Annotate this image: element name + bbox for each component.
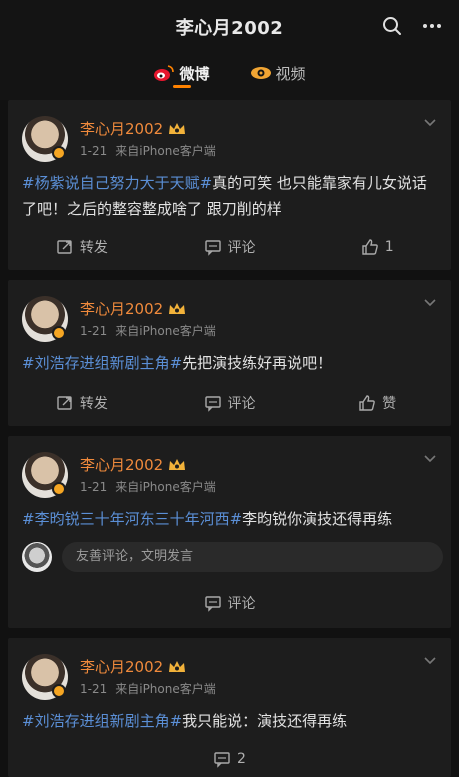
post-source: 来自iPhone客户端 <box>115 682 216 696</box>
hashtag-link[interactable]: #刘浩存进组新剧主角# <box>22 354 182 372</box>
username-row[interactable]: 李心月2002 <box>80 298 187 319</box>
post-text: #杨紫说自己努力大于天赋#真的可笑 也只能靠家有儿女说话了吧！之后的整容整成啥了… <box>22 170 437 222</box>
post-body: 先把演技练好再说吧！ <box>182 354 333 372</box>
comment-icon <box>214 752 230 768</box>
repost-button[interactable]: 转发 <box>8 232 156 262</box>
vip-crown-icon <box>169 660 186 672</box>
hashtag-link[interactable]: #刘浩存进组新剧主角# <box>22 712 182 730</box>
comment-count: 2 <box>237 751 246 767</box>
post-actions: 评论 <box>8 588 451 618</box>
comment-icon <box>204 596 221 612</box>
verified-badge-icon <box>52 146 66 160</box>
post-card[interactable]: 李心月2002 1-21 来自iPhone客户端 #刘浩存进组新剧主角#我只能说：… <box>8 638 451 777</box>
tab-weibo[interactable]: 微博 <box>153 58 210 88</box>
tab-weibo-label: 微博 <box>179 64 210 83</box>
post-actions: 转发 评论 赞 <box>8 388 451 418</box>
post-meta: 1-21 来自iPhone客户端 <box>80 478 224 495</box>
username[interactable]: 李心月2002 <box>80 118 163 139</box>
post-card[interactable]: 李心月2002 1-21 来自iPhone客户端 #刘浩存进组新剧主角#先把演技练… <box>8 280 451 426</box>
verified-badge-icon <box>52 482 66 496</box>
like-button[interactable]: 赞 <box>303 388 451 418</box>
username-row[interactable]: 李心月2002 <box>80 656 187 677</box>
content-tabs: 微博 视频 <box>0 58 459 88</box>
post-meta: 1-21 来自iPhone客户端 <box>80 142 224 159</box>
thumbs-up-icon <box>362 239 378 255</box>
post-card[interactable]: 李心月2002 1-21 来自iPhone客户端 #李昀锐三十年河东三十年河西#李… <box>8 436 451 628</box>
post-text: #刘浩存进组新剧主角#我只能说：演技还得再练 <box>22 708 437 734</box>
comment-button[interactable]: 评论 <box>156 388 304 418</box>
vip-crown-icon <box>169 458 186 470</box>
post-meta: 1-21 来自iPhone客户端 <box>80 680 224 697</box>
post-meta: 1-21 来自iPhone客户端 <box>80 322 224 339</box>
post-actions: 2 <box>8 744 451 774</box>
comment-label: 评论 <box>227 240 256 256</box>
video-eye-icon <box>250 67 271 79</box>
post-body: 我只能说：演技还得再练 <box>182 712 348 730</box>
tab-video[interactable]: 视频 <box>250 58 306 88</box>
post-source: 来自iPhone客户端 <box>115 324 216 338</box>
like-button[interactable]: 1 <box>303 232 451 262</box>
post-card[interactable]: 李心月2002 1-21 来自iPhone客户端 #杨紫说自己努力大于天赋#真的可… <box>8 100 451 270</box>
post-text: #刘浩存进组新剧主角#先把演技练好再说吧！ <box>22 350 437 376</box>
repost-button[interactable]: 转发 <box>8 388 156 418</box>
vip-crown-icon <box>169 302 186 314</box>
username-row[interactable]: 李心月2002 <box>80 118 187 139</box>
username[interactable]: 李心月2002 <box>80 298 163 319</box>
search-icon[interactable] <box>380 14 404 38</box>
comment-button[interactable]: 评论 <box>156 232 304 262</box>
comment-label: 评论 <box>227 396 256 412</box>
current-user-avatar <box>22 542 52 572</box>
repost-icon <box>57 396 72 410</box>
username[interactable]: 李心月2002 <box>80 656 163 677</box>
username-row[interactable]: 李心月2002 <box>80 454 187 475</box>
post-source: 来自iPhone客户端 <box>115 144 216 158</box>
repost-label: 转发 <box>79 240 108 256</box>
vip-crown-icon <box>169 122 186 134</box>
comment-button[interactable]: 2 <box>8 744 451 774</box>
more-icon[interactable] <box>420 14 444 38</box>
like-label: 赞 <box>382 396 397 412</box>
post-date: 1-21 <box>80 480 108 494</box>
verified-badge-icon <box>52 684 66 698</box>
repost-label: 转发 <box>79 396 108 412</box>
chevron-down-icon[interactable] <box>423 116 437 130</box>
chevron-down-icon[interactable] <box>423 654 437 668</box>
comment-label: 评论 <box>227 596 256 612</box>
comment-icon <box>204 240 221 256</box>
like-count: 1 <box>384 239 394 255</box>
post-source: 来自iPhone客户端 <box>115 480 216 494</box>
repost-icon <box>57 240 72 254</box>
profile-header: 李心月2002 微博 视频 <box>0 0 459 100</box>
verified-badge-icon <box>52 326 66 340</box>
comment-button[interactable]: 评论 <box>8 588 451 618</box>
thumbs-up-icon <box>359 395 375 411</box>
chevron-down-icon[interactable] <box>423 296 437 310</box>
post-actions: 转发 评论 1 <box>8 232 451 262</box>
post-text: #李昀锐三十年河东三十年河西#李昀锐你演技还得再练 <box>22 506 437 532</box>
post-date: 1-21 <box>80 682 108 696</box>
weibo-icon <box>154 65 175 81</box>
comment-input[interactable]: 友善评论，文明发言 <box>62 542 443 572</box>
post-date: 1-21 <box>80 144 108 158</box>
post-date: 1-21 <box>80 324 108 338</box>
hashtag-link[interactable]: #李昀锐三十年河东三十年河西# <box>22 510 242 528</box>
post-body: 李昀锐你演技还得再练 <box>242 510 393 528</box>
username[interactable]: 李心月2002 <box>80 454 163 475</box>
comment-icon <box>204 396 221 412</box>
quick-comment-bar: 友善评论，文明发言 <box>22 540 443 574</box>
chevron-down-icon[interactable] <box>423 452 437 466</box>
hashtag-link[interactable]: #杨紫说自己努力大于天赋# <box>22 174 212 192</box>
tab-video-label: 视频 <box>275 64 306 83</box>
